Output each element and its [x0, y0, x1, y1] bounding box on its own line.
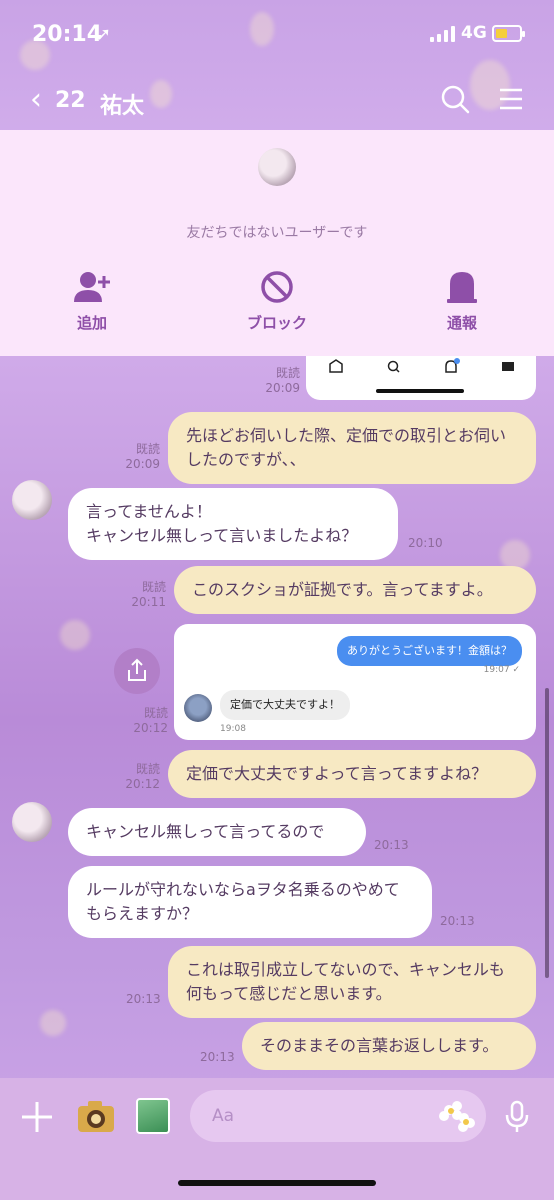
plus-icon[interactable]: [20, 1100, 54, 1134]
contact-avatar[interactable]: [258, 148, 296, 186]
message-bubble-sent[interactable]: 定価で大丈夫ですよって言ってますよね？: [168, 750, 536, 798]
message-bubble-received[interactable]: キャンセル無しって言ってるので: [68, 808, 366, 856]
screenshot-avatar: [184, 694, 212, 722]
contact-avatar-small[interactable]: [12, 802, 52, 842]
message-meta: 既読 20:12: [125, 762, 160, 791]
message-time: 20:13: [200, 1050, 235, 1064]
microphone-icon[interactable]: [504, 1100, 530, 1134]
signal-icon: [430, 26, 456, 42]
non-friend-notice: 友だちではないユーザーです: [186, 225, 368, 241]
screenshot-tabbar: [306, 358, 536, 378]
screenshot-sent-bubble: ありがとうございます！金額は？: [337, 636, 522, 666]
screenshot-reply-bubble: 定価で大丈夫ですよ！: [220, 690, 350, 720]
report-label: 通報: [446, 314, 477, 332]
contact-avatar-small[interactable]: [12, 480, 52, 520]
network-type: 4G: [461, 23, 487, 43]
message-bubble-sent[interactable]: これは取引成立してないので、キャンセルも何もって感じだと思います。: [168, 946, 536, 1018]
message-bubble-received[interactable]: 言ってませんよ！ キャンセル無しって言いましたよね？: [68, 488, 398, 560]
message-bubble-sent[interactable]: 先ほどお伺いした際、定価での取引とお伺いしたのですが、、: [168, 412, 536, 484]
message-time: 20:10: [408, 536, 443, 550]
location-arrow-icon: ➚: [96, 24, 112, 45]
scrollbar[interactable]: [545, 688, 549, 978]
message-meta: 既読 20:09: [125, 442, 160, 471]
back-chevron-icon[interactable]: ‹: [30, 82, 42, 117]
status-bar: 20:14 ➚ 4G: [0, 0, 554, 70]
message-meta: 既読 20:11: [131, 580, 166, 609]
message-bubble-received[interactable]: ルールが守れないならaヲタ名乗るのやめてもらえますか？: [68, 866, 432, 938]
unread-count[interactable]: 22: [55, 88, 86, 113]
message-time: 20:13: [126, 992, 161, 1006]
message-input[interactable]: [212, 1104, 412, 1128]
add-friend-label: 追加: [76, 314, 107, 332]
search-icon[interactable]: [440, 84, 470, 114]
chat-header: ‹ 22 祐太: [0, 70, 554, 130]
home-indicator: [178, 1180, 376, 1186]
message-meta: 既読 20:09: [265, 366, 300, 395]
message-bubble-sent[interactable]: そのままその言葉お返しします。: [242, 1022, 536, 1070]
screenshot-home-indicator: [376, 389, 464, 393]
message-time: 20:13: [440, 914, 475, 928]
battery-icon: [492, 25, 525, 42]
message-input-field[interactable]: [190, 1090, 486, 1142]
add-user-icon: [74, 272, 110, 302]
screenshot-reply-time: 19:08: [220, 724, 246, 734]
report-bell-icon: [447, 272, 477, 303]
menu-icon[interactable]: [498, 86, 524, 112]
non-friend-panel: 友だちではないユーザーです 追加 ブロック 通報: [0, 130, 554, 356]
share-icon: [128, 658, 146, 681]
camera-icon[interactable]: [76, 1098, 116, 1134]
screenshot-image-top[interactable]: [306, 356, 536, 400]
photo-gallery-icon[interactable]: [136, 1098, 170, 1134]
report-button[interactable]: 通報: [402, 270, 522, 333]
message-meta: 既読 20:12: [133, 706, 168, 735]
contact-name: 祐太: [100, 94, 145, 119]
share-button[interactable]: [114, 648, 160, 694]
message-list[interactable]: 既読 20:09 既読 20:09 先ほどお伺いした際、定価での取引とお伺いしたので…: [0, 356, 554, 1078]
add-friend-button[interactable]: 追加: [32, 270, 152, 333]
status-time: 20:14: [32, 22, 103, 47]
message-bubble-sent[interactable]: このスクショが証拠です。言ってますよ。: [174, 566, 536, 614]
block-button[interactable]: ブロック: [217, 270, 337, 333]
block-label: ブロック: [246, 314, 307, 332]
message-time: 20:13: [374, 838, 409, 852]
screenshot-image[interactable]: ありがとうございます！金額は？ 19:07 ✓ 定価で大丈夫ですよ！ 19:08: [174, 624, 536, 740]
emoji-icon[interactable]: [438, 1098, 476, 1132]
block-icon: [261, 271, 293, 303]
screenshot-sent-time: 19:07 ✓: [483, 665, 520, 675]
